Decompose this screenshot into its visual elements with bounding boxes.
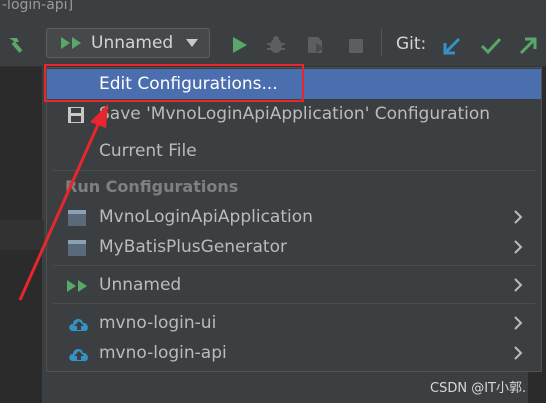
git-update-arrow-icon[interactable]	[442, 36, 462, 56]
chevron-right-icon	[514, 240, 523, 254]
chevron-right-icon	[514, 316, 523, 330]
run-configurations-header: Run Configurations	[65, 177, 239, 196]
menu-item-label: Current File	[99, 141, 197, 161]
menu-item-save-configuration[interactable]: Save 'MvnoLoginApiApplication' Configura…	[47, 99, 541, 129]
menu-item-label: Save 'MvnoLoginApiApplication' Configura…	[99, 104, 491, 124]
run-compound-icon	[61, 37, 81, 49]
chevron-down-icon	[186, 39, 198, 47]
menu-item-label: Unnamed	[99, 275, 182, 295]
menu-item-current-file[interactable]: Current File	[47, 136, 541, 166]
menu-divider	[53, 265, 535, 266]
editor-highlight-line	[0, 220, 44, 250]
menu-divider	[53, 303, 535, 304]
cloud-upload-icon	[69, 348, 88, 361]
app-window-icon	[68, 240, 86, 256]
build-hammer-icon[interactable]	[6, 34, 28, 54]
menu-item-label: MvnoLoginApiApplication	[99, 207, 313, 227]
chevron-right-icon	[514, 346, 523, 360]
run-configurations-menu: Edit Configurations... Save 'MvnoLoginAp…	[46, 67, 542, 372]
run-configuration-dropdown[interactable]: Unnamed	[46, 28, 210, 58]
chevron-right-icon	[514, 210, 523, 224]
menu-item-label: mvno-login-ui	[99, 313, 217, 333]
menu-item-mvnologinapiapplication[interactable]: MvnoLoginApiApplication	[47, 202, 541, 232]
toolbar-separator	[381, 28, 382, 56]
save-icon	[68, 107, 84, 123]
menu-item-mybatisplusgenerator[interactable]: MyBatisPlusGenerator	[47, 232, 541, 262]
run-compound-icon	[67, 280, 87, 292]
annotation-highlight-box	[44, 64, 304, 102]
run-icon[interactable]	[232, 36, 248, 54]
watermark: CSDN @IT小郭.	[430, 381, 527, 396]
window-title: -login-api]	[0, 0, 546, 14]
menu-item-mvno-login-ui[interactable]: mvno-login-ui	[47, 308, 541, 338]
git-commit-check-icon[interactable]	[480, 36, 502, 56]
menu-item-unnamed[interactable]: Unnamed	[47, 270, 541, 300]
menu-divider	[53, 170, 535, 171]
menu-item-mvno-login-api[interactable]: mvno-login-api	[47, 338, 541, 368]
git-push-arrow-icon[interactable]	[518, 36, 538, 56]
run-configuration-label: Unnamed	[91, 33, 174, 53]
run-with-coverage-icon[interactable]	[304, 35, 326, 55]
menu-item-label: mvno-login-api	[99, 343, 227, 363]
git-label: Git:	[396, 34, 427, 54]
debug-bug-icon[interactable]	[266, 35, 286, 55]
app-window-icon	[68, 210, 86, 226]
chevron-right-icon	[514, 278, 523, 292]
cloud-upload-icon	[69, 318, 88, 331]
stop-icon[interactable]	[348, 38, 364, 54]
menu-item-label: MyBatisPlusGenerator	[99, 237, 287, 257]
main-toolbar: Unnamed Git:	[0, 14, 546, 67]
